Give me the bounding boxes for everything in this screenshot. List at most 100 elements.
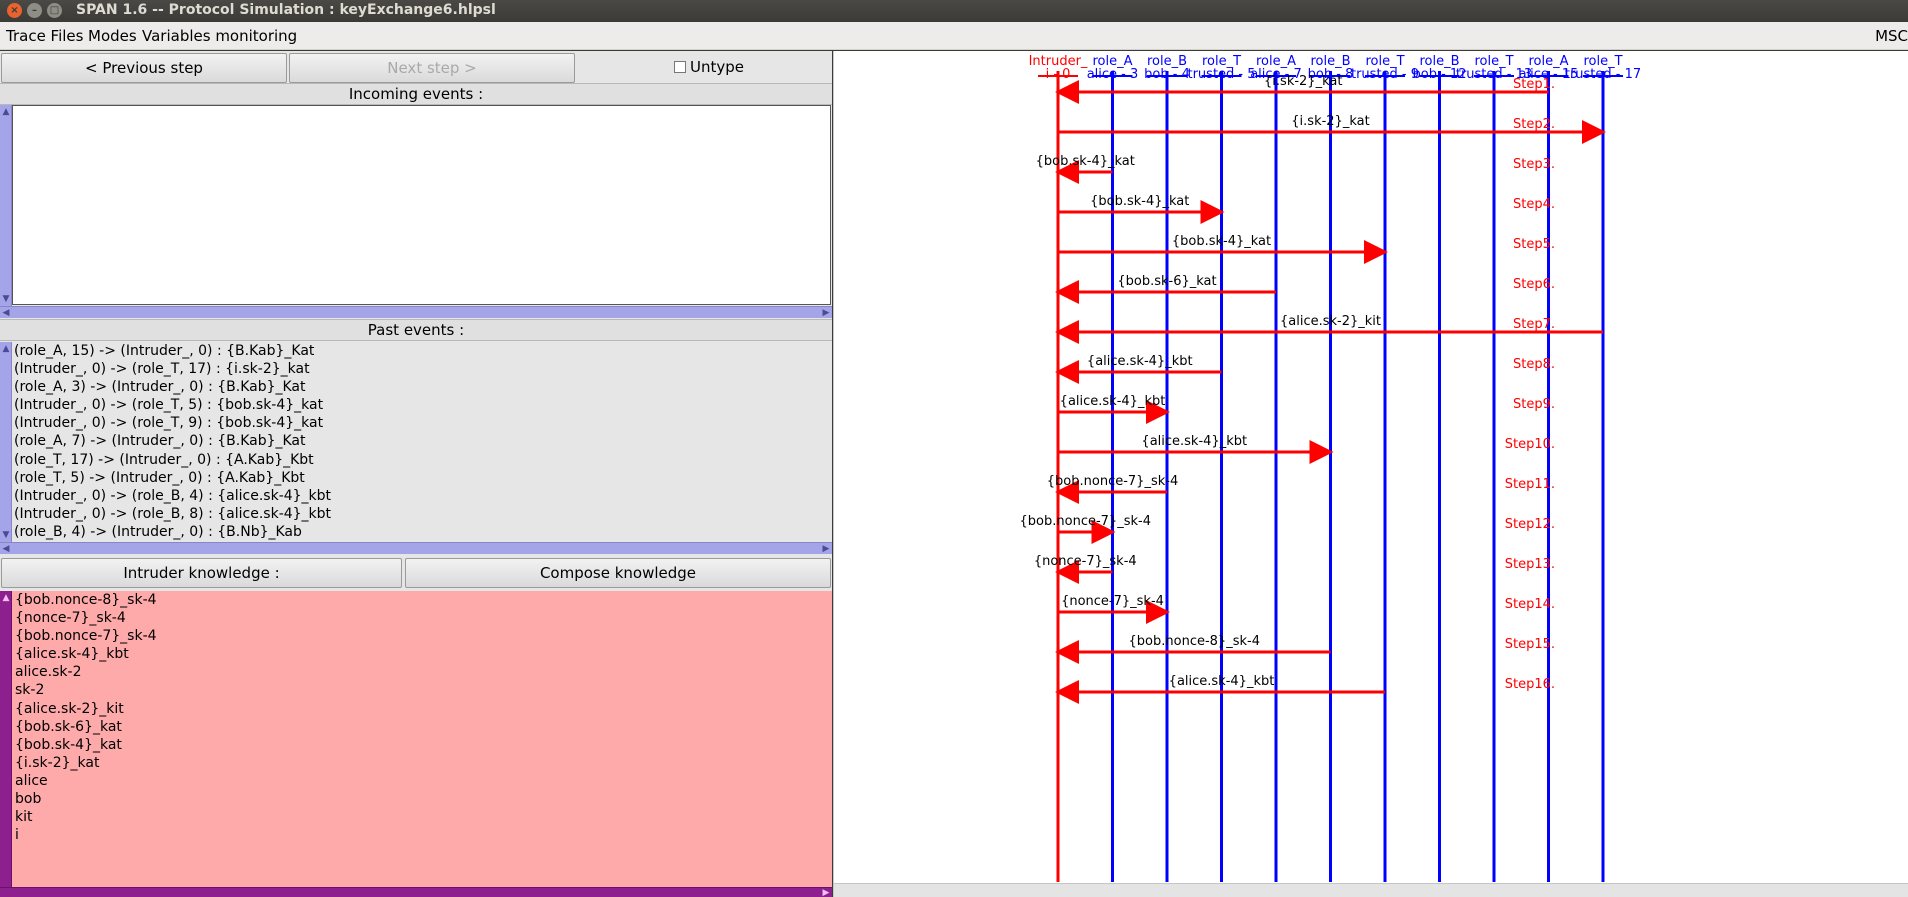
message-label: {bob.nonce-8}_sk-4 [1129, 634, 1260, 649]
scroll-right-icon[interactable]: ▶ [820, 543, 832, 555]
knowledge-item[interactable]: {bob.nonce-7}_sk-4 [15, 627, 832, 645]
step-label: Step8. [1513, 357, 1555, 372]
past-vertical-scrollbar[interactable]: ▲ ▼ [0, 342, 12, 542]
knowledge-item[interactable]: {bob.nonce-8}_sk-4 [15, 591, 832, 609]
step-label: Step4. [1513, 197, 1555, 212]
menu-trace-files[interactable]: Trace Files [6, 27, 83, 45]
step-label: Step9. [1513, 397, 1555, 412]
step-label: Step7. [1513, 317, 1555, 332]
incoming-horizontal-scrollbar[interactable]: ◀ ▶ [0, 306, 832, 318]
knowledge-item[interactable]: {i.sk-2}_kat [15, 754, 832, 772]
step-label: Step16. [1505, 677, 1555, 692]
message-label: {i.sk-2}_kat [1291, 114, 1369, 129]
message-label: {alice.sk-4}_kbt [1141, 434, 1247, 449]
message-label: {nonce-7}_sk-4 [1061, 594, 1164, 609]
knowledge-item[interactable]: {alice.sk-2}_kit [15, 700, 832, 718]
msc-panel: Intruder_ i - 0 role_A alice - 3 role_B bob -… [833, 51, 1908, 897]
close-window-icon[interactable]: × [7, 3, 22, 18]
lifeline-instance-label: i - 0 [1046, 67, 1071, 82]
incoming-events-header: Incoming events : [0, 83, 832, 105]
past-events-header: Past events : [0, 319, 832, 341]
knowledge-item[interactable]: sk-2 [15, 681, 832, 699]
past-events-list[interactable]: (role_A, 15) -> (Intruder_, 0) : {B.Kab}… [12, 342, 832, 542]
knowledge-horizontal-scrollbar[interactable]: ▶ [0, 887, 832, 897]
past-event-item[interactable]: (role_T, 5) -> (Intruder_, 0) : {A.Kab}_… [14, 469, 832, 487]
compose-knowledge-button[interactable]: Compose knowledge [405, 558, 831, 588]
past-event-item[interactable]: (role_A, 7) -> (Intruder_, 0) : {B.Kab}_… [14, 432, 832, 450]
step-label: Step14. [1505, 597, 1555, 612]
window-title: SPAN 1.6 -- Protocol Simulation : keyExc… [76, 2, 496, 18]
step-label: Step1. [1513, 77, 1555, 92]
minimize-window-icon[interactable]: – [27, 3, 42, 18]
past-event-item[interactable]: (role_T, 17) -> (Intruder_, 0) : {A.Kab}… [14, 451, 832, 469]
checkbox-box[interactable] [674, 61, 686, 73]
message-label: {bob.nonce-7}_sk-4 [1020, 514, 1151, 529]
maximize-window-icon[interactable]: □ [47, 3, 62, 18]
intruder-knowledge-button[interactable]: Intruder knowledge : [1, 558, 402, 588]
scroll-down-icon[interactable]: ▼ [1, 530, 11, 540]
previous-step-button[interactable]: < Previous step [1, 53, 287, 83]
past-event-item[interactable]: (Intruder_, 0) -> (role_B, 4) : {alice.s… [14, 487, 832, 505]
step-label: Step6. [1513, 277, 1555, 292]
scroll-right-icon[interactable]: ▶ [820, 888, 832, 897]
step-label: Step3. [1513, 157, 1555, 172]
scroll-up-icon[interactable]: ▲ [1, 344, 11, 354]
scroll-right-icon[interactable]: ▶ [820, 307, 832, 319]
incoming-vertical-scrollbar[interactable]: ▲ ▼ [0, 105, 12, 306]
left-panel: < Previous step Next step > Untype Incom… [0, 51, 832, 897]
step-label: Step12. [1505, 517, 1555, 532]
untype-checkbox[interactable]: Untype [674, 58, 744, 76]
untype-label: Untype [690, 58, 744, 76]
past-event-item[interactable]: (Intruder_, 0) -> (role_T, 17) : {i.sk-2… [14, 360, 832, 378]
message-label: {nonce-7}_sk-4 [1034, 554, 1137, 569]
menu-variables-monitoring[interactable]: Variables monitoring [142, 27, 297, 45]
step-label: Step15. [1505, 637, 1555, 652]
past-event-item[interactable]: (role_B, 4) -> (Intruder_, 0) : {B.Nb}_K… [14, 523, 832, 541]
step-label: Step11. [1505, 477, 1555, 492]
incoming-events-list[interactable] [12, 105, 831, 305]
lifeline-instance-label: trusted - 17 [1565, 67, 1641, 82]
step-label: Step13. [1505, 557, 1555, 572]
scroll-up-icon[interactable]: ▲ [1, 107, 11, 117]
message-label: {alice.sk-4}_kbt [1169, 674, 1275, 689]
next-step-button[interactable]: Next step > [289, 53, 575, 83]
lifeline-instance-label: trusted - 5 [1187, 67, 1255, 82]
knowledge-item[interactable]: i [15, 826, 832, 844]
past-event-item[interactable]: (role_A, 3) -> (Intruder_, 0) : {B.Kab}_… [14, 378, 832, 396]
title-bar: × – □ SPAN 1.6 -- Protocol Simulation : … [0, 0, 1908, 22]
knowledge-item[interactable]: kit [15, 808, 832, 826]
scroll-left-icon[interactable]: ◀ [0, 307, 12, 319]
knowledge-vertical-scrollbar[interactable]: ▲ [0, 591, 12, 887]
past-event-item[interactable]: (Intruder_, 0) -> (role_B, 8) : {alice.s… [14, 505, 832, 523]
past-event-item[interactable]: (role_A, 15) -> (Intruder_, 0) : {B.Kab}… [14, 342, 832, 360]
past-horizontal-scrollbar[interactable]: ◀ ▶ [0, 542, 832, 554]
knowledge-item[interactable]: alice [15, 772, 832, 790]
msc-horizontal-scrollbar[interactable] [834, 883, 1908, 897]
message-label: {alice.sk-2}_kit [1280, 314, 1381, 329]
intruder-knowledge-list[interactable]: {bob.nonce-8}_sk-4 {nonce-7}_sk-4 {bob.non… [12, 591, 832, 887]
message-label: {bob.sk-6}_kat [1117, 274, 1216, 289]
step-label: Step10. [1505, 437, 1555, 452]
message-label: {bob.nonce-7}_sk-4 [1047, 474, 1178, 489]
message-label: {bob.sk-4}_kat [1036, 154, 1135, 169]
past-event-item[interactable]: (Intruder_, 0) -> (role_T, 9) : {bob.sk-… [14, 414, 832, 432]
knowledge-item[interactable]: alice.sk-2 [15, 663, 832, 681]
knowledge-item[interactable]: {bob.sk-4}_kat [15, 736, 832, 754]
lifeline-instance-label: bob - 4 [1144, 67, 1190, 82]
knowledge-item[interactable]: {alice.sk-4}_kbt [15, 645, 832, 663]
menu-bar: Trace Files Modes Variables monitoring M… [0, 22, 1908, 50]
message-label: {i.sk-2}_kat [1264, 74, 1342, 89]
menu-msc[interactable]: MSC [1875, 27, 1908, 45]
past-event-item[interactable]: (Intruder_, 0) -> (role_T, 5) : {bob.sk-… [14, 396, 832, 414]
knowledge-item[interactable]: {nonce-7}_sk-4 [15, 609, 832, 627]
step-label: Step5. [1513, 237, 1555, 252]
message-label: {bob.sk-4}_kat [1172, 234, 1271, 249]
message-label: {alice.sk-4}_kbt [1087, 354, 1193, 369]
scroll-left-icon[interactable]: ◀ [0, 543, 12, 555]
lifeline-instance-label: trusted - 9 [1351, 67, 1419, 82]
knowledge-item[interactable]: bob [15, 790, 832, 808]
scroll-up-icon[interactable]: ▲ [1, 593, 11, 603]
scroll-down-icon[interactable]: ▼ [1, 294, 11, 304]
menu-modes[interactable]: Modes [88, 27, 137, 45]
knowledge-item[interactable]: {bob.sk-6}_kat [15, 718, 832, 736]
